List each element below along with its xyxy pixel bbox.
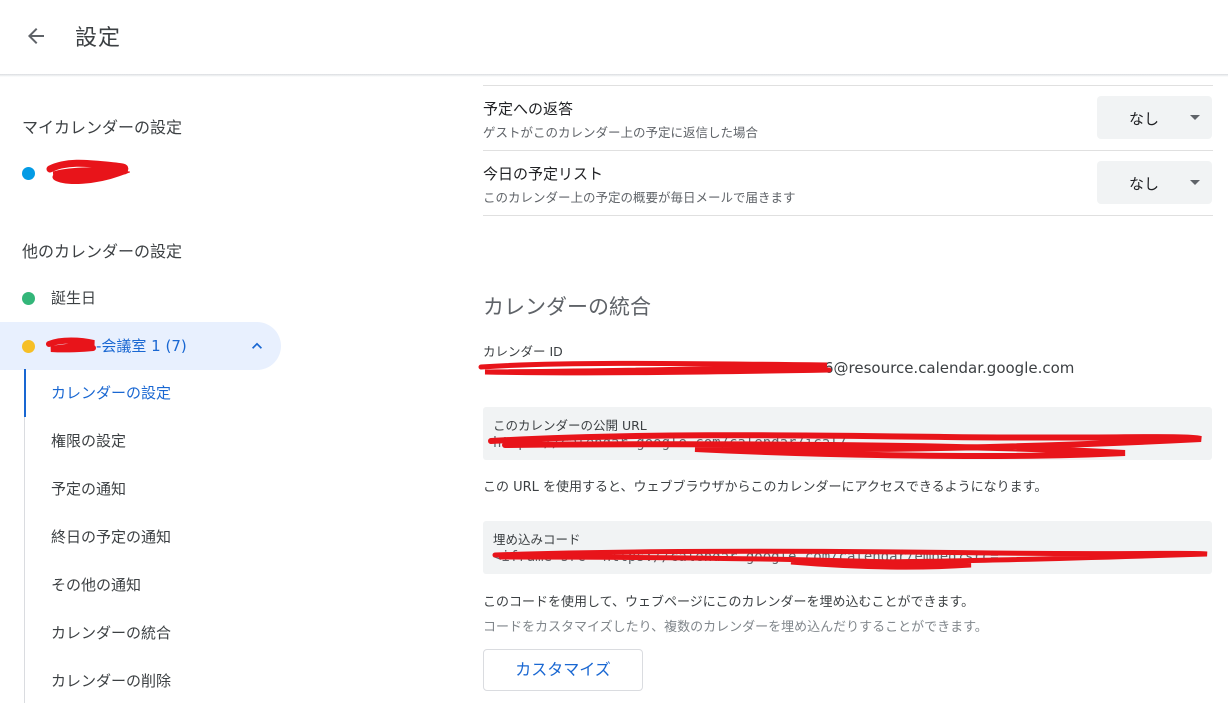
sidebar-subitem-permissions[interactable]: 権限の設定 xyxy=(24,417,274,465)
agenda-setting-title: 今日の予定リスト xyxy=(483,165,604,183)
calendar-color-dot xyxy=(22,340,35,353)
calendar-color-dot xyxy=(22,167,35,180)
redaction-scribble xyxy=(488,432,1202,459)
other-calendars-heading: 他のカレンダーの設定 xyxy=(22,242,183,261)
page-title: 設定 xyxy=(75,26,122,51)
sidebar-item-my-calendar[interactable] xyxy=(0,149,281,197)
chevron-up-icon[interactable] xyxy=(247,336,267,356)
back-arrow-icon[interactable] xyxy=(22,22,50,50)
calendar-color-dot xyxy=(22,292,35,305)
dropdown-caret-icon xyxy=(1190,115,1200,120)
rsvp-select-value: なし xyxy=(1129,110,1160,128)
customize-button[interactable]: カスタマイズ xyxy=(483,649,643,691)
agenda-select[interactable]: なし xyxy=(1097,161,1212,204)
public-url-note: この URL を使用すると、ウェブブラウザからこのカレンダーにアクセスできるよう… xyxy=(483,480,1048,495)
divider xyxy=(483,150,1213,151)
integration-section-heading: カレンダーの統合 xyxy=(483,295,651,319)
sidebar-subitem-other-notifications[interactable]: その他の通知 xyxy=(24,561,274,609)
sidebar-item-label: 誕生日 xyxy=(51,289,97,307)
rsvp-setting-title: 予定への返答 xyxy=(483,100,574,118)
divider xyxy=(483,215,1213,216)
sidebar-subitem-allday-notifications[interactable]: 終日の予定の通知 xyxy=(24,513,274,561)
sidebar-item-meeting-room[interactable]: -会議室 1 (7) xyxy=(0,322,281,370)
redaction-scribble xyxy=(492,548,1208,570)
agenda-setting-desc: このカレンダー上の予定の概要が毎日メールで届きます xyxy=(483,190,796,205)
settings-sidebar: マイカレンダーの設定 他のカレンダーの設定 誕生日 -会議室 1 (7) カレン… xyxy=(0,77,300,703)
sidebar-item-birthday[interactable]: 誕生日 xyxy=(0,274,281,322)
dropdown-caret-icon xyxy=(1190,180,1200,185)
divider xyxy=(483,85,1213,86)
rsvp-setting-desc: ゲストがこのカレンダー上の予定に返信した場合 xyxy=(483,125,759,140)
top-app-bar: 設定 xyxy=(0,0,1228,74)
embed-code-note: このコードを使用して、ウェブページにこのカレンダーを埋め込むことができます。 xyxy=(483,595,975,610)
redaction-scribble xyxy=(46,159,130,184)
settings-main: 予定への返答 ゲストがこのカレンダー上の予定に返信した場合 なし 今日の予定リス… xyxy=(478,77,1213,703)
sidebar-subitem-calendar-settings[interactable]: カレンダーの設定 xyxy=(24,369,274,417)
my-calendars-heading: マイカレンダーの設定 xyxy=(22,118,183,137)
sidebar-subitem-event-notifications[interactable]: 予定の通知 xyxy=(24,465,274,513)
embed-code-note-secondary: コードをカスタマイズしたり、複数のカレンダーを埋め込んだりすることができます。 xyxy=(483,620,988,635)
calendar-id-value[interactable]: 6@resource.calendar.google.com xyxy=(824,359,1074,377)
sidebar-subitem-delete[interactable]: カレンダーの削除 xyxy=(24,657,274,703)
sidebar-subitem-integration[interactable]: カレンダーの統合 xyxy=(24,609,274,657)
agenda-select-value: なし xyxy=(1129,175,1160,193)
redaction-scribble xyxy=(46,337,96,353)
redaction-scribble xyxy=(478,360,832,376)
sidebar-item-label: -会議室 1 (7) xyxy=(96,337,187,355)
rsvp-select[interactable]: なし xyxy=(1097,96,1212,139)
